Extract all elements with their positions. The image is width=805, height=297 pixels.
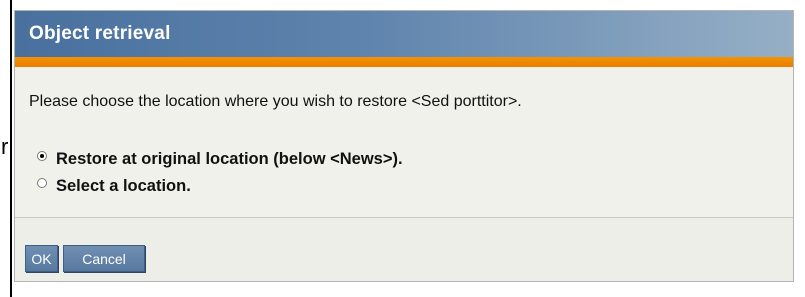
cancel-button[interactable]: Cancel [63,245,145,272]
ok-button[interactable]: OK [25,245,58,272]
restore-original-radio[interactable] [37,150,47,161]
select-location-radio[interactable] [37,177,47,188]
select-location-label[interactable]: Select a location. [56,177,191,196]
option-select-location[interactable]: Select a location. [37,177,191,196]
restore-original-label[interactable]: Restore at original location (below <New… [56,150,403,169]
dialog-message: Please choose the location where you wis… [29,93,522,110]
object-retrieval-dialog: Object retrieval Please choose the locat… [14,10,794,282]
background-text-fragment: r [1,134,9,159]
title-accent-bar [15,57,793,67]
dialog-title-bar: Object retrieval [15,11,793,57]
background-divider-line [10,0,12,297]
dialog-title: Object retrieval [29,23,171,44]
option-restore-original[interactable]: Restore at original location (below <New… [37,150,403,169]
dialog-footer: OK Cancel [15,218,793,281]
